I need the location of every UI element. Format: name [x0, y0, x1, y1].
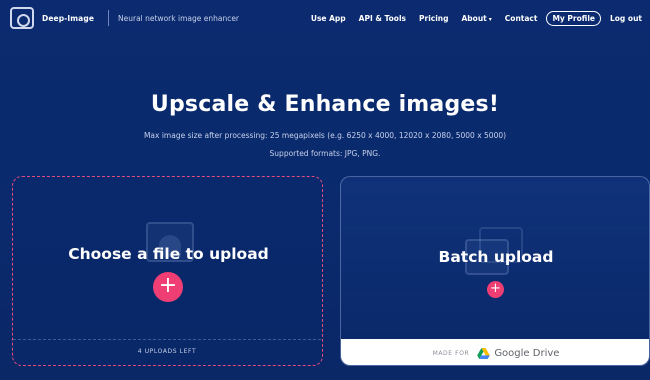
page-title: Upscale & Enhance images! [150, 92, 500, 117]
my-profile-button[interactable]: My Profile [546, 10, 601, 26]
nav-link-contact[interactable]: Contact [505, 14, 538, 23]
nav-links: Use App API & Tools Pricing About ▾ Conta… [298, 10, 642, 26]
add-batch-button[interactable]: + [487, 281, 504, 298]
upload-title: Choose a file to upload [68, 245, 269, 263]
nav-link-pricing[interactable]: Pricing [419, 14, 449, 23]
chevron-down-icon: ▾ [488, 15, 492, 23]
file-upload-dropzone[interactable]: Choose a file to upload + 4 UPLOADS LEFT [12, 176, 323, 366]
google-drive-footer[interactable]: MADE FOR Google Drive [341, 339, 649, 365]
batch-upload-card[interactable]: Batch upload + MADE FOR Google Drive [340, 176, 650, 366]
nav-link-use-app[interactable]: Use App [311, 14, 346, 23]
nav-link-about-label: About [461, 13, 487, 23]
google-drive-icon [477, 347, 491, 359]
nav-divider [108, 10, 110, 26]
made-for-label: MADE FOR [432, 349, 470, 357]
navbar: Deep-Image Neural network image enhancer… [0, 0, 650, 36]
google-drive-label: Google Drive [494, 347, 560, 359]
tagline: Neural network image enhancer [118, 13, 240, 23]
uploads-left-counter: 4 UPLOADS LEFT [13, 339, 321, 365]
brand-name[interactable]: Deep-Image [42, 14, 94, 23]
nav-link-about[interactable]: About ▾ [462, 14, 492, 23]
max-size-note: Max image size after processing: 25 mega… [143, 131, 507, 140]
logout-link[interactable]: Log out [610, 14, 642, 23]
nav-link-api-tools[interactable]: API & Tools [359, 14, 406, 23]
supported-formats-note: Supported formats: JPG, PNG. [269, 149, 381, 158]
batch-upload-title: Batch upload [438, 248, 554, 266]
eye-logo-icon[interactable] [10, 7, 34, 29]
add-file-button[interactable]: + [153, 272, 183, 302]
